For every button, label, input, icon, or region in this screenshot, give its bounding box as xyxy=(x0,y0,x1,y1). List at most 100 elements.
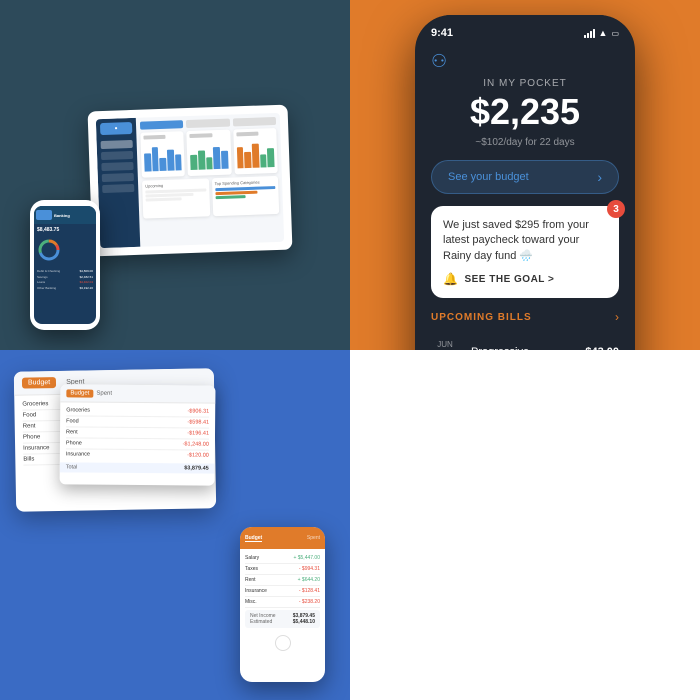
row-loans: Loans $4,402.04 xyxy=(37,280,93,284)
tab-accounts xyxy=(140,120,184,130)
tab-budget: Budget xyxy=(22,377,56,389)
bar xyxy=(167,149,174,170)
user-avatar-icon: ⚇ xyxy=(431,51,447,71)
main-phone: 9:41 ▲ ▭ ⚇ IN MY P xyxy=(415,15,635,350)
row-value: - $128.41 xyxy=(299,588,320,594)
tab-spending xyxy=(186,118,230,128)
notification-card: 3 We just saved $295 from your latest pa… xyxy=(431,206,619,298)
status-icons: ▲ ▭ xyxy=(584,28,619,38)
tab-budget: Budget xyxy=(245,535,262,542)
row-rent: Rent + $644.20 xyxy=(245,575,320,586)
mini-budget-table: Groceries -$906.31 Food -$598.41 Rent -$… xyxy=(60,402,216,463)
q3-quadrant: Budget Spent Groceries - $906.31 Food xyxy=(0,350,350,700)
section-header: UPCOMING BILLS › xyxy=(431,310,619,324)
bar xyxy=(244,151,251,168)
bar xyxy=(213,146,220,169)
budget-button[interactable]: See your budget › xyxy=(431,160,619,194)
bills-title: UPCOMING BILLS xyxy=(431,312,532,323)
budget-btn-label: See your budget xyxy=(448,171,529,183)
card-title xyxy=(143,134,166,139)
card-categories: Top Spending Categories xyxy=(211,175,279,215)
bill-name: Progressive xyxy=(471,346,585,350)
bill-month: JUN xyxy=(431,340,459,349)
bar xyxy=(198,149,205,169)
row-misc: Misc. - $238.20 xyxy=(245,597,320,608)
app-logo xyxy=(36,210,52,220)
row-value: - $238.20 xyxy=(299,599,320,605)
bar xyxy=(190,154,197,169)
phone-budget-body: Salary + $5,447.00 Taxes - $994.31 Rent … xyxy=(240,549,325,632)
home-button[interactable] xyxy=(275,635,291,651)
sidebar-item xyxy=(101,161,133,170)
phone-body: ⚇ IN MY POCKET $2,235 ~$102/day for 22 d… xyxy=(415,43,635,350)
bar xyxy=(175,153,182,170)
app-name: Banking xyxy=(54,213,70,218)
card-upcoming: Upcoming xyxy=(142,178,210,218)
row-checking: Debit & Checking $4,809.00 xyxy=(37,269,93,273)
card-spending xyxy=(140,131,185,177)
row-value: + $644.20 xyxy=(298,577,320,583)
tablet-cards xyxy=(140,127,277,177)
tablet-tabs xyxy=(140,116,276,129)
phone-notch: 9:41 ▲ ▭ xyxy=(415,15,635,43)
see-goal-button[interactable]: 🔔 SEE THE GOAL > xyxy=(443,272,607,286)
tablet-secondary: Budget Spent Groceries -$906.31 Food -$5… xyxy=(60,384,216,485)
bar-chart xyxy=(144,140,182,171)
row-taxes: Taxes - $994.31 xyxy=(245,564,320,575)
q2-quadrant: 9:41 ▲ ▭ ⚇ IN MY P xyxy=(350,0,700,350)
bar xyxy=(260,153,267,167)
sidebar-item xyxy=(101,139,133,148)
tab-income xyxy=(233,116,277,126)
phone-budget-header: Budget Spent xyxy=(240,527,325,549)
notification-text: We just saved $295 from your latest payc… xyxy=(443,218,607,264)
donut-chart xyxy=(37,238,61,262)
tab-spent-small: Spent xyxy=(96,390,112,396)
bar xyxy=(237,147,244,168)
notification-badge: 3 xyxy=(607,200,625,218)
bill-day: 07 xyxy=(431,349,459,350)
tablet-bottom: Upcoming Top Spending Categories xyxy=(142,175,279,218)
sidebar-item xyxy=(102,172,134,181)
signal-icon xyxy=(584,29,595,38)
phone-content: $8,483.75 Debit & Checking $4,809.00 Sav… xyxy=(34,224,96,294)
card-spending2 xyxy=(187,129,232,175)
q3-content: Budget Spent Groceries - $906.31 Food xyxy=(0,350,350,700)
battery-icon: ▭ xyxy=(611,29,619,38)
phone-header: Banking xyxy=(34,206,96,224)
card-title xyxy=(236,131,259,136)
row-value: - $994.31 xyxy=(299,566,320,572)
cta-label: SEE THE GOAL > xyxy=(464,274,554,285)
sidebar-item xyxy=(101,150,133,159)
row-value: + $5,447.00 xyxy=(293,555,320,561)
bar-chart xyxy=(236,137,274,168)
row-other: Other Banking $3,192.20 xyxy=(37,286,93,290)
phone-banking: Banking $8,483.75 Debit & Checking $4,80… xyxy=(30,200,100,330)
estimated-row: Estimated $5,448.10 xyxy=(250,619,315,625)
bell-icon: 🔔 xyxy=(443,272,458,286)
bar-chart xyxy=(190,138,228,169)
phone-budget: Budget Spent Salary + $5,447.00 Taxes - … xyxy=(240,527,325,682)
pocket-subtitle: ~$102/day for 22 days xyxy=(431,137,619,148)
row-savings: Savings $2,482.51 xyxy=(37,275,93,279)
card-title xyxy=(190,133,213,138)
q1-quadrant: ● xyxy=(0,0,350,350)
mini-total: Total $3,879.45 xyxy=(60,462,215,473)
time-display: 9:41 xyxy=(431,27,453,39)
bar xyxy=(151,147,159,171)
bar xyxy=(267,147,274,167)
tab-budget-small: Budget xyxy=(66,389,93,397)
bar xyxy=(252,143,260,167)
tablet-logo: ● xyxy=(100,121,132,134)
estimated-value: $5,448.10 xyxy=(293,619,315,625)
row-label: Salary xyxy=(245,555,259,561)
row-label: Taxes xyxy=(245,566,258,572)
bar xyxy=(160,157,167,171)
sidebar-item xyxy=(102,183,134,192)
card-income xyxy=(233,127,278,173)
in-my-pocket-label: IN MY POCKET xyxy=(431,78,619,89)
wifi-icon: ▲ xyxy=(599,28,608,38)
bar xyxy=(221,150,228,168)
bill-date: JUN 07 xyxy=(431,340,459,350)
tablet-dashboard: ● xyxy=(88,104,293,256)
upcoming-bills-section: UPCOMING BILLS › JUN 07 Progressive $43.… xyxy=(431,310,619,350)
